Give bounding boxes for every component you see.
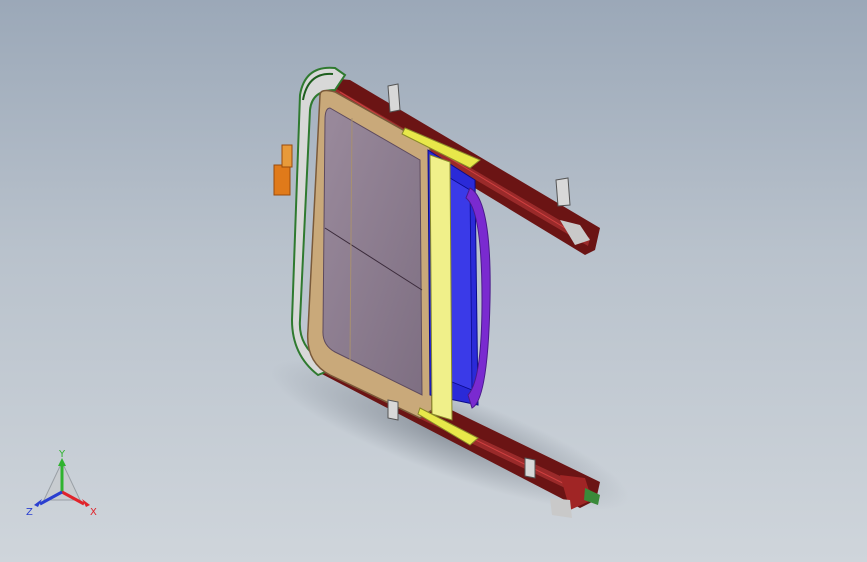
y-axis-label: Y (58, 449, 66, 460)
z-axis-label: Z (26, 507, 33, 518)
coordinate-triad[interactable]: Y X Z (26, 449, 97, 518)
orange-bracket[interactable] (273, 144, 293, 196)
cad-viewport[interactable]: Y X Z (0, 0, 867, 562)
3d-model-canvas[interactable]: Y X Z (0, 0, 867, 562)
x-axis-label: X (90, 507, 97, 518)
